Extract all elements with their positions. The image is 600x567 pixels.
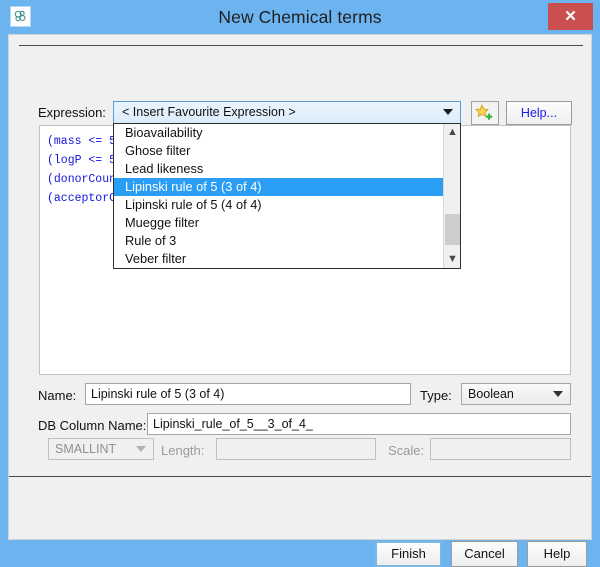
dropdown-item[interactable]: Lead likeness xyxy=(114,160,444,178)
scale-input xyxy=(430,438,571,460)
dropdown-item[interactable]: Rule of 3 xyxy=(114,232,444,250)
type-value: Boolean xyxy=(468,387,514,401)
scale-label: Scale: xyxy=(388,443,425,458)
chevron-down-icon xyxy=(443,109,453,115)
chevron-down-icon[interactable]: ▼ xyxy=(444,251,461,268)
dialog-content: Expression: < Insert Favourite Expressio… xyxy=(8,34,592,567)
chevron-down-icon xyxy=(136,446,146,452)
favourite-expression-value: < Insert Favourite Expression > xyxy=(122,105,296,119)
dropdown-item[interactable]: Lipinski rule of 5 (4 of 4) xyxy=(114,196,444,214)
length-input xyxy=(216,438,376,460)
scrollbar-thumb[interactable] xyxy=(445,214,460,245)
expression-code-line: (logP <= 5 xyxy=(47,154,117,167)
close-button[interactable]: ✕ xyxy=(548,3,593,30)
cancel-button[interactable]: Cancel xyxy=(451,541,518,567)
expression-code-text: (mass <= 5 (logP <= 5 (donorCoun (acceptorC xyxy=(47,132,116,208)
dropdown-item[interactable]: Veber filter xyxy=(114,250,444,268)
sql-type-combobox: SMALLINT xyxy=(48,438,154,460)
dropdown-list[interactable]: Bioavailability Ghose filter Lead likeness… xyxy=(114,124,444,268)
dropdown-scrollbar[interactable]: ▲ ▼ xyxy=(443,124,460,268)
expression-code-line: (acceptorC xyxy=(47,192,117,205)
sql-type-value: SMALLINT xyxy=(55,442,117,456)
bottom-divider xyxy=(9,476,591,477)
dropdown-item[interactable]: Muegge filter xyxy=(114,214,444,232)
finish-button[interactable]: Finish xyxy=(375,541,442,567)
window-title: New Chemical terms xyxy=(218,7,382,27)
name-input[interactable] xyxy=(85,383,411,405)
title-bar: New Chemical terms ✕ xyxy=(0,0,600,34)
name-label: Name: xyxy=(38,388,77,403)
expression-code-line: (donorCoun xyxy=(47,173,117,186)
db-column-name-label: DB Column Name: xyxy=(38,418,147,433)
help-button[interactable]: Help xyxy=(527,541,587,567)
db-column-name-input[interactable] xyxy=(147,413,571,435)
type-combobox[interactable]: Boolean xyxy=(461,383,571,405)
dropdown-item[interactable]: Bioavailability xyxy=(114,124,444,142)
favourite-expression-combobox[interactable]: < Insert Favourite Expression > xyxy=(113,101,461,124)
add-favourite-button[interactable] xyxy=(471,101,499,125)
chevron-up-icon[interactable]: ▲ xyxy=(444,124,461,141)
expression-code-line: (mass <= 5 xyxy=(47,135,117,148)
length-label: Length: xyxy=(161,443,205,458)
dropdown-item[interactable]: Ghose filter xyxy=(114,142,444,160)
dialog-window: New Chemical terms ✕ Expression: < Inser… xyxy=(0,0,600,567)
favourite-expression-dropdown[interactable]: Bioavailability Ghose filter Lead likeness… xyxy=(113,123,461,269)
dropdown-item[interactable]: Lipinski rule of 5 (3 of 4) xyxy=(114,178,444,196)
expression-label: Expression: xyxy=(38,105,106,120)
type-label: Type: xyxy=(420,388,452,403)
chevron-down-icon xyxy=(553,391,563,397)
top-divider xyxy=(19,45,583,46)
expression-help-button[interactable]: Help... xyxy=(506,101,572,125)
